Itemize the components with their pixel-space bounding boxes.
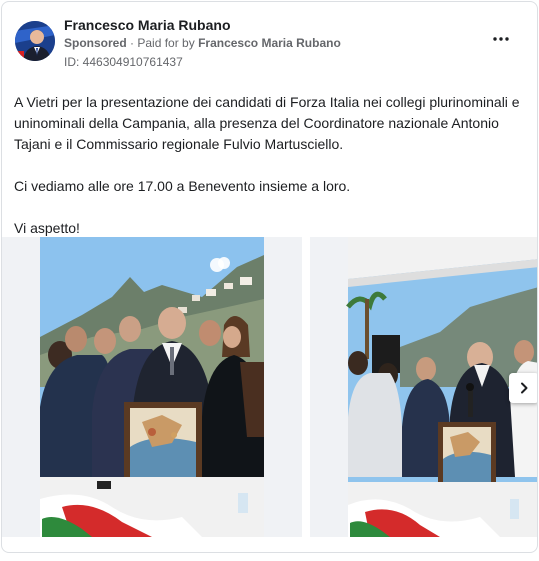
sponsored-label: Sponsored [64, 36, 127, 50]
sponsored-line: Sponsored · Paid for by Francesco Maria … [64, 36, 341, 50]
paid-for-prefix: Paid for by [137, 36, 195, 50]
carousel-next-button[interactable] [509, 373, 537, 403]
more-options-button[interactable] [489, 27, 513, 51]
more-options-icon [493, 37, 509, 41]
chevron-right-icon [521, 382, 528, 394]
page-name[interactable]: Francesco Maria Rubano [64, 17, 231, 33]
post-paragraph: Vi aspetto! [14, 220, 80, 236]
carousel-slide[interactable] [2, 237, 302, 537]
event-photo-2 [310, 237, 537, 537]
event-photo-1 [2, 237, 302, 537]
post-paragraph: Ci vediamo alle ore 17.00 a Benevento in… [14, 178, 351, 194]
ad-id: ID: 446304910761437 [64, 55, 183, 69]
paid-for-name: Francesco Maria Rubano [198, 36, 341, 50]
post-text: A Vietri per la presentazione dei candid… [14, 92, 526, 239]
post-paragraph: A Vietri per la presentazione dei candid… [14, 94, 520, 152]
ad-card: Francesco Maria Rubano Sponsored · Paid … [1, 1, 538, 553]
ad-header: Francesco Maria Rubano Sponsored · Paid … [12, 14, 527, 70]
avatar[interactable] [15, 21, 55, 61]
avatar-image [15, 21, 55, 61]
carousel-slide[interactable] [310, 237, 537, 537]
image-carousel [2, 237, 537, 537]
